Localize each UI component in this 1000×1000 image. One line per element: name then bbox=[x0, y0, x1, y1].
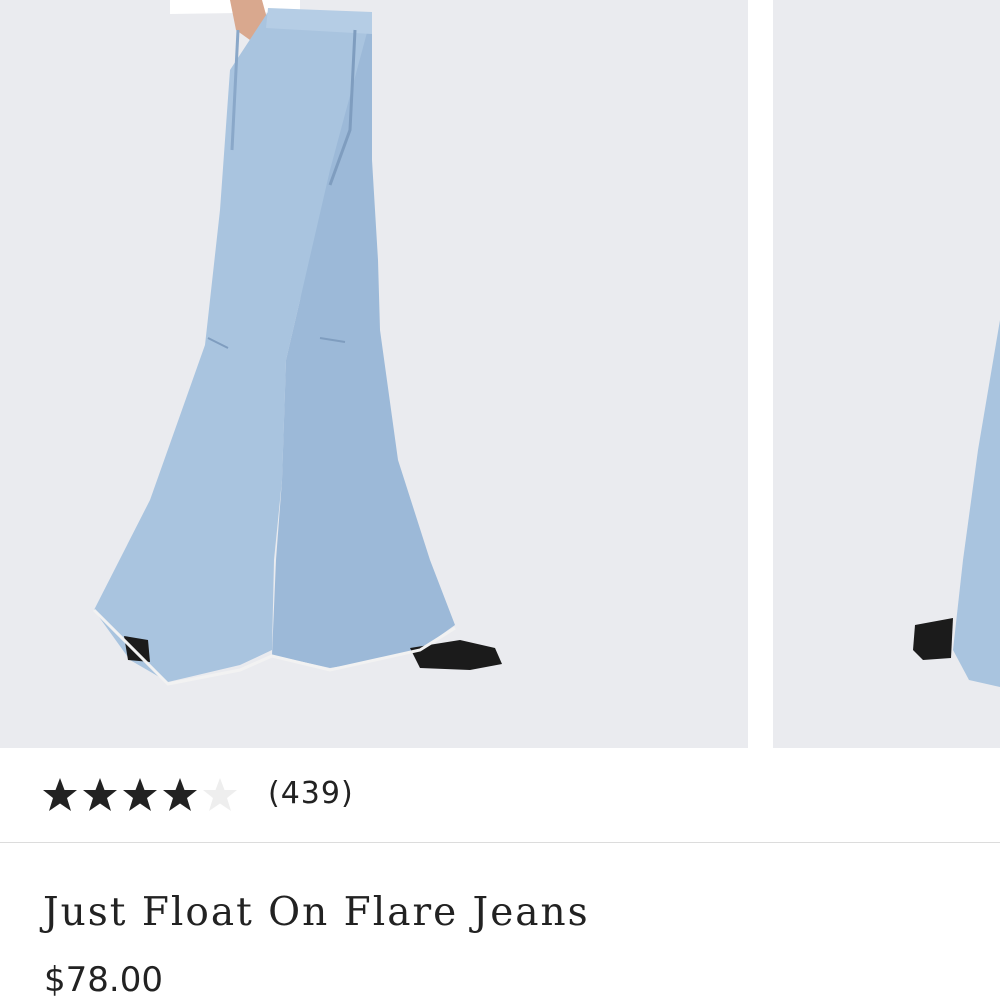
star-rating bbox=[43, 778, 237, 811]
jeans-photo bbox=[0, 0, 748, 748]
product-image-secondary[interactable] bbox=[773, 0, 1000, 748]
product-image-carousel[interactable] bbox=[0, 0, 1000, 748]
jeans-photo-partial bbox=[773, 0, 1000, 748]
half-star-icon bbox=[203, 778, 237, 811]
star-icon-2 bbox=[83, 778, 117, 811]
star-icon-1 bbox=[43, 778, 77, 811]
rating-row[interactable]: (439) bbox=[0, 748, 1000, 843]
product-title: Just Float On Flare Jeans bbox=[43, 890, 590, 935]
product-card: (439) Just Float On Flare Jeans $78.00 bbox=[0, 0, 1000, 1000]
product-price: $78.00 bbox=[44, 960, 163, 1000]
review-count[interactable]: (439) bbox=[268, 776, 354, 811]
star-icon-4 bbox=[163, 778, 197, 811]
star-icon-3 bbox=[123, 778, 157, 811]
product-image-main[interactable] bbox=[0, 0, 748, 748]
